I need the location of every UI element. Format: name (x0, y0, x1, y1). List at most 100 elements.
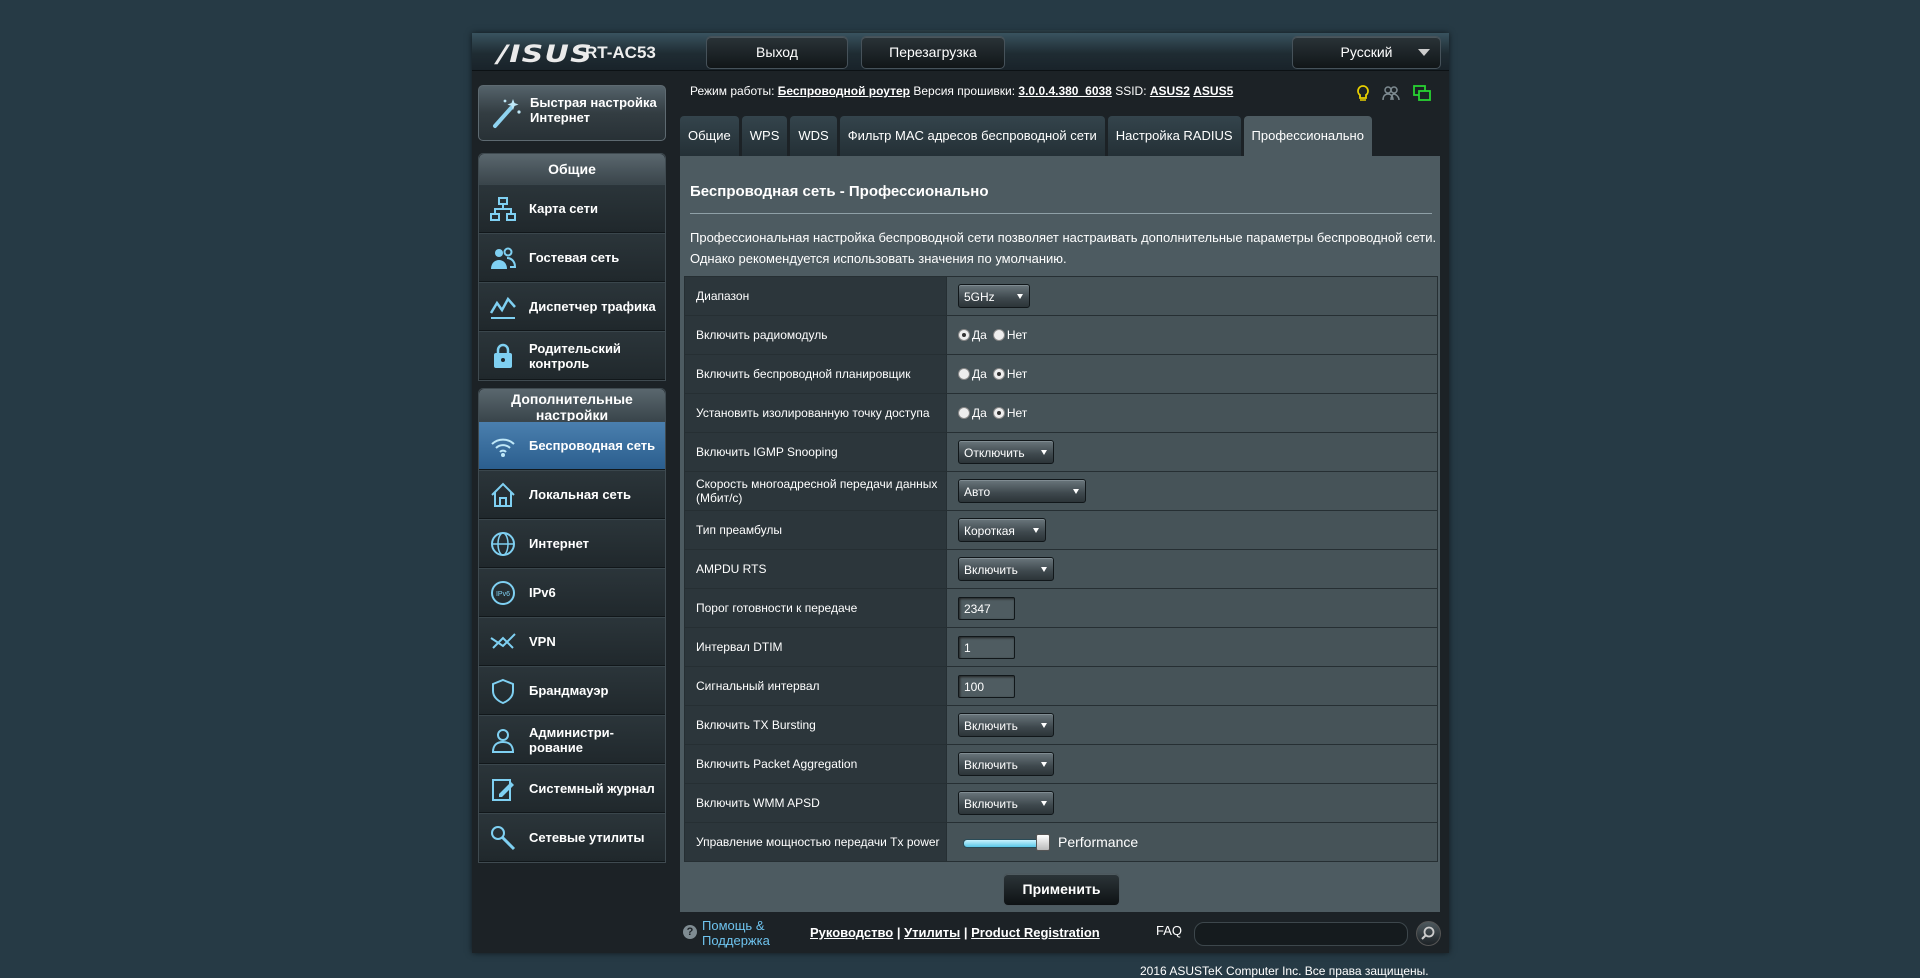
faq-label: FAQ (1156, 923, 1183, 938)
page-description: Профессиональная настройка беспроводной … (690, 230, 1437, 266)
utilities-link[interactable]: Утилиты (904, 925, 960, 940)
firmware-link[interactable]: 3.0.0.4.380_6038 (1018, 84, 1111, 98)
wmm-apsd-select[interactable]: Включить (958, 791, 1054, 815)
sidebar-item-label: Гостевая сеть (529, 250, 620, 265)
sidebar-item-network-map[interactable]: Карта сети (479, 184, 665, 233)
setting-row-beacon: Сигнальный интервал 100 (685, 667, 1437, 706)
packet-aggregation-select[interactable]: Включить (958, 752, 1054, 776)
sidebar-item-traffic-manager[interactable]: Диспетчер трафика (479, 282, 665, 331)
ampdu-rts-select[interactable]: Включить (958, 557, 1054, 581)
log-icon (492, 779, 514, 801)
setting-label: Включить Packet Aggregation (685, 745, 947, 783)
search-icon (1421, 926, 1435, 940)
apply-button[interactable]: Применить (1003, 873, 1120, 906)
setting-row-pktagg: Включить Packet Aggregation Включить (685, 745, 1437, 784)
logout-button[interactable]: Выход (706, 36, 848, 69)
quick-setup-label: Быстрая настройка Интернет (530, 95, 657, 125)
sidebar-item-lan[interactable]: Локальная сеть (479, 470, 665, 519)
ssid-link-2[interactable]: ASUS5 (1193, 84, 1233, 98)
tx-bursting-select[interactable]: Включить (958, 713, 1054, 737)
tools-icon (491, 826, 516, 851)
footer-links: Руководство | Утилиты | Product Registra… (810, 925, 1100, 940)
isolate-no-radio[interactable] (992, 407, 1005, 419)
page-title: Беспроводная сеть - Профессионально (690, 183, 989, 200)
bulb-icon[interactable] (1354, 84, 1372, 102)
radio-no-label: Нет (1006, 328, 1028, 342)
setting-label: Интервал DTIM (685, 628, 947, 666)
radio-enable-yes[interactable] (958, 329, 970, 341)
home-icon (491, 482, 515, 507)
asus-logo: /ISUS (497, 40, 593, 68)
tab-mac-filter[interactable]: Фильтр MAC адресов беспроводной сети (839, 116, 1105, 156)
scheduler-no-radio[interactable] (992, 368, 1005, 380)
sidebar-item-firewall[interactable]: Брандмауэр (479, 666, 665, 715)
isolate-yes-label: Да (972, 406, 987, 420)
tab-radius[interactable]: Настройка RADIUS (1107, 116, 1241, 156)
setting-label: Включить TX Bursting (685, 706, 947, 744)
ssid-link-1[interactable]: ASUS2 (1150, 84, 1190, 98)
guest-network-icon (491, 247, 517, 269)
sidebar-item-system-log[interactable]: Системный журнал (479, 764, 665, 813)
setting-row-rts: Порог готовности к передаче 2347 (685, 589, 1437, 628)
chevron-down-icon (1041, 567, 1047, 572)
sidebar-item-wireless[interactable]: Беспроводная сеть (479, 421, 665, 470)
scheduler-yes-radio[interactable] (958, 368, 970, 380)
sidebar-item-vpn[interactable]: VPN (479, 617, 665, 666)
igmp-select[interactable]: Отключить (958, 440, 1054, 464)
sidebar-item-label: Родительский контроль (529, 340, 621, 371)
sidebar-item-label: Локальная сеть (529, 487, 631, 502)
sidebar-item-label: Беспроводная сеть (529, 438, 656, 453)
tab-general[interactable]: Общие (680, 116, 739, 156)
quick-setup-button[interactable]: Быстрая настройка Интернет (478, 85, 666, 141)
preamble-select[interactable]: Короткая (958, 518, 1046, 542)
chevron-down-icon (1041, 801, 1047, 806)
sidebar-item-parental-control[interactable]: Родительский контроль (479, 331, 665, 380)
setting-label: Включить беспроводной планировщик (685, 355, 947, 393)
faq-search-input[interactable] (1194, 922, 1408, 946)
status-line: Режим работы: Беспроводной роутер Версия… (690, 84, 1233, 98)
sidebar-item-network-tools[interactable]: Сетевые утилиты (479, 813, 665, 862)
setting-row-ampdu: AMPDU RTS Включить (685, 550, 1437, 589)
setting-label: Скорость многоадресной передачи данных (… (685, 472, 947, 510)
tab-professional[interactable]: Профессионально (1243, 116, 1372, 156)
sidebar-item-ipv6[interactable]: IPv6 IPv6 (479, 568, 665, 617)
band-select[interactable]: 5GHz (958, 284, 1030, 308)
product-registration-link[interactable]: Product Registration (971, 925, 1100, 940)
txpower-slider-handle[interactable] (1036, 834, 1050, 851)
setting-label: Включить радиомодуль (685, 316, 947, 354)
band-value: 5GHz (964, 290, 995, 304)
chevron-down-icon (1041, 723, 1047, 728)
wifi-icon (491, 438, 515, 457)
clients-icon[interactable] (1382, 84, 1400, 102)
settings-table: Диапазон 5GHz Включить радиомодуль Да Не… (684, 276, 1438, 862)
setting-label: Диапазон (685, 277, 947, 315)
parental-control-icon (494, 343, 512, 368)
setting-row-txpower: Управление мощностью передачи Tx power P… (685, 823, 1437, 861)
radio-enable-no[interactable] (992, 329, 1005, 341)
reboot-button[interactable]: Перезагрузка (861, 36, 1005, 69)
manual-link[interactable]: Руководство (810, 925, 893, 940)
tab-wps[interactable]: WPS (741, 116, 788, 156)
language-select[interactable]: Русский (1292, 36, 1441, 69)
dtim-interval-input[interactable]: 1 (958, 635, 1015, 659)
rts-threshold-input[interactable]: 2347 (958, 596, 1015, 620)
help-support-link[interactable]: Помощь & Поддержка (702, 918, 782, 948)
sidebar-item-label: Диспетчер трафика (529, 299, 656, 314)
setting-label: Включить IGMP Snooping (685, 433, 947, 471)
faq-search-button[interactable] (1416, 921, 1441, 946)
sidebar-item-label: Карта сети (529, 201, 598, 216)
sidebar-item-guest-network[interactable]: Гостевая сеть (479, 233, 665, 282)
chevron-down-icon (1073, 489, 1079, 494)
setting-row-wmm: Включить WMM APSD Включить (685, 784, 1437, 823)
beacon-interval-input[interactable]: 100 (958, 674, 1015, 698)
tab-wds[interactable]: WDS (790, 116, 837, 156)
multicast-rate-select[interactable]: Авто (958, 479, 1086, 503)
mode-link[interactable]: Беспроводной роутер (778, 84, 910, 98)
scheduler-no-label: Нет (1006, 367, 1028, 381)
sidebar-item-administration[interactable]: Администри-рование (479, 715, 665, 764)
usb-devices-icon[interactable] (1413, 84, 1431, 102)
traffic-manager-icon (489, 296, 516, 319)
scheduler-yes-label: Да (972, 367, 987, 381)
isolate-yes-radio[interactable] (958, 407, 970, 419)
sidebar-item-internet[interactable]: Интернет (479, 519, 665, 568)
